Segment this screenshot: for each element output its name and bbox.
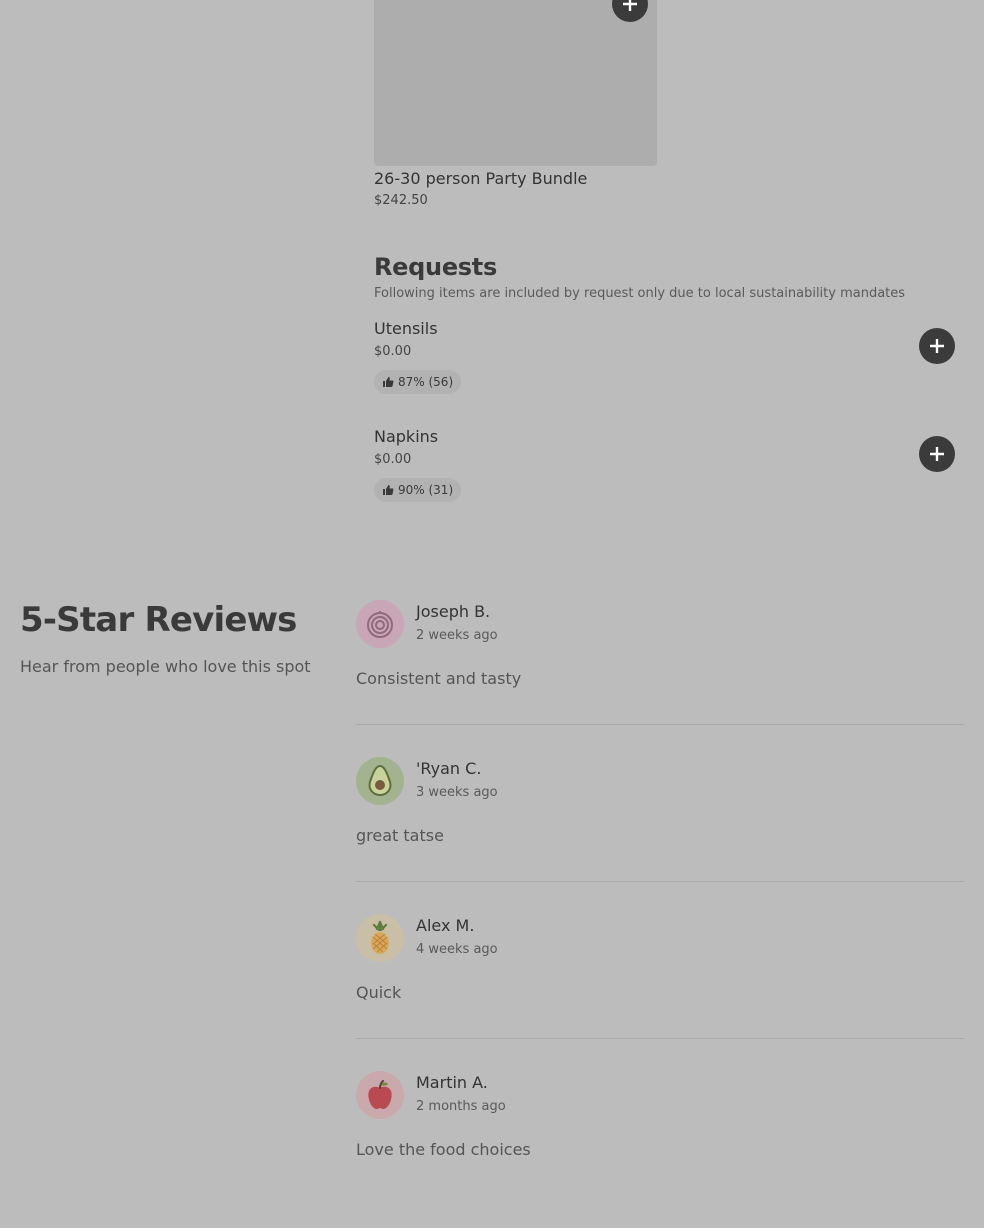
bundle-name[interactable]: 26-30 person Party Bundle (374, 168, 587, 190)
review-time: 2 weeks ago (416, 628, 498, 643)
avatar (356, 914, 404, 962)
request-item-price: $0.00 (374, 452, 412, 467)
divider (356, 881, 964, 882)
review-text: Love the food choices (356, 1140, 531, 1159)
plus-icon (930, 339, 944, 353)
add-utensils-button[interactable] (919, 328, 955, 364)
thumbs-up-icon (383, 377, 394, 387)
avatar (356, 1071, 404, 1119)
rating-text: 90% (31) (398, 483, 454, 497)
requests-title: Requests (374, 253, 497, 281)
request-item-price: $0.00 (374, 344, 412, 359)
review-text: great tatse (356, 826, 444, 845)
review-time: 4 weeks ago (416, 942, 498, 957)
review-time: 2 months ago (416, 1099, 506, 1114)
reviews-title: 5-Star Reviews (20, 600, 297, 640)
request-item-name: Napkins (374, 427, 439, 446)
thumbs-up-icon (383, 485, 394, 495)
request-item-utensils[interactable]: Utensils $0.00 87% (56) (374, 318, 956, 418)
review-item: Martin A. 2 months ago Love the food cho… (356, 1071, 964, 1228)
reviewer-name: Martin A. (416, 1073, 488, 1092)
review-text: Consistent and tasty (356, 669, 522, 688)
plus-icon (623, 0, 637, 11)
reviews-subtitle: Hear from people who love this spot (20, 657, 311, 676)
review-item: 'Ryan C. 3 weeks ago great tatse (356, 757, 964, 914)
bundle-price: $242.50 (374, 193, 428, 208)
onion-icon (367, 611, 393, 638)
plus-icon (930, 447, 944, 461)
bundle-image[interactable] (374, 0, 657, 166)
reviewer-name: 'Ryan C. (416, 759, 482, 778)
request-item-napkins[interactable]: Napkins $0.00 90% (31) (374, 426, 956, 526)
add-napkins-button[interactable] (919, 436, 955, 472)
avatar (356, 600, 404, 648)
review-item: Joseph B. 2 weeks ago Consistent and tas… (356, 600, 964, 757)
review-text: Quick (356, 983, 402, 1002)
avocado-icon (368, 764, 392, 797)
reviewer-name: Alex M. (416, 916, 475, 935)
request-item-name: Utensils (374, 319, 438, 338)
review-item: Alex M. 4 weeks ago Quick (356, 914, 964, 1071)
pineapple-icon (371, 920, 389, 954)
apple-icon (368, 1080, 392, 1109)
rating-badge: 90% (31) (374, 478, 462, 502)
rating-text: 87% (56) (398, 375, 454, 389)
rating-badge: 87% (56) (374, 370, 462, 394)
divider (356, 1038, 964, 1039)
avatar (356, 757, 404, 805)
review-time: 3 weeks ago (416, 785, 498, 800)
reviewer-name: Joseph B. (416, 602, 491, 621)
divider (356, 724, 964, 725)
requests-subtitle: Following items are included by request … (374, 286, 906, 301)
